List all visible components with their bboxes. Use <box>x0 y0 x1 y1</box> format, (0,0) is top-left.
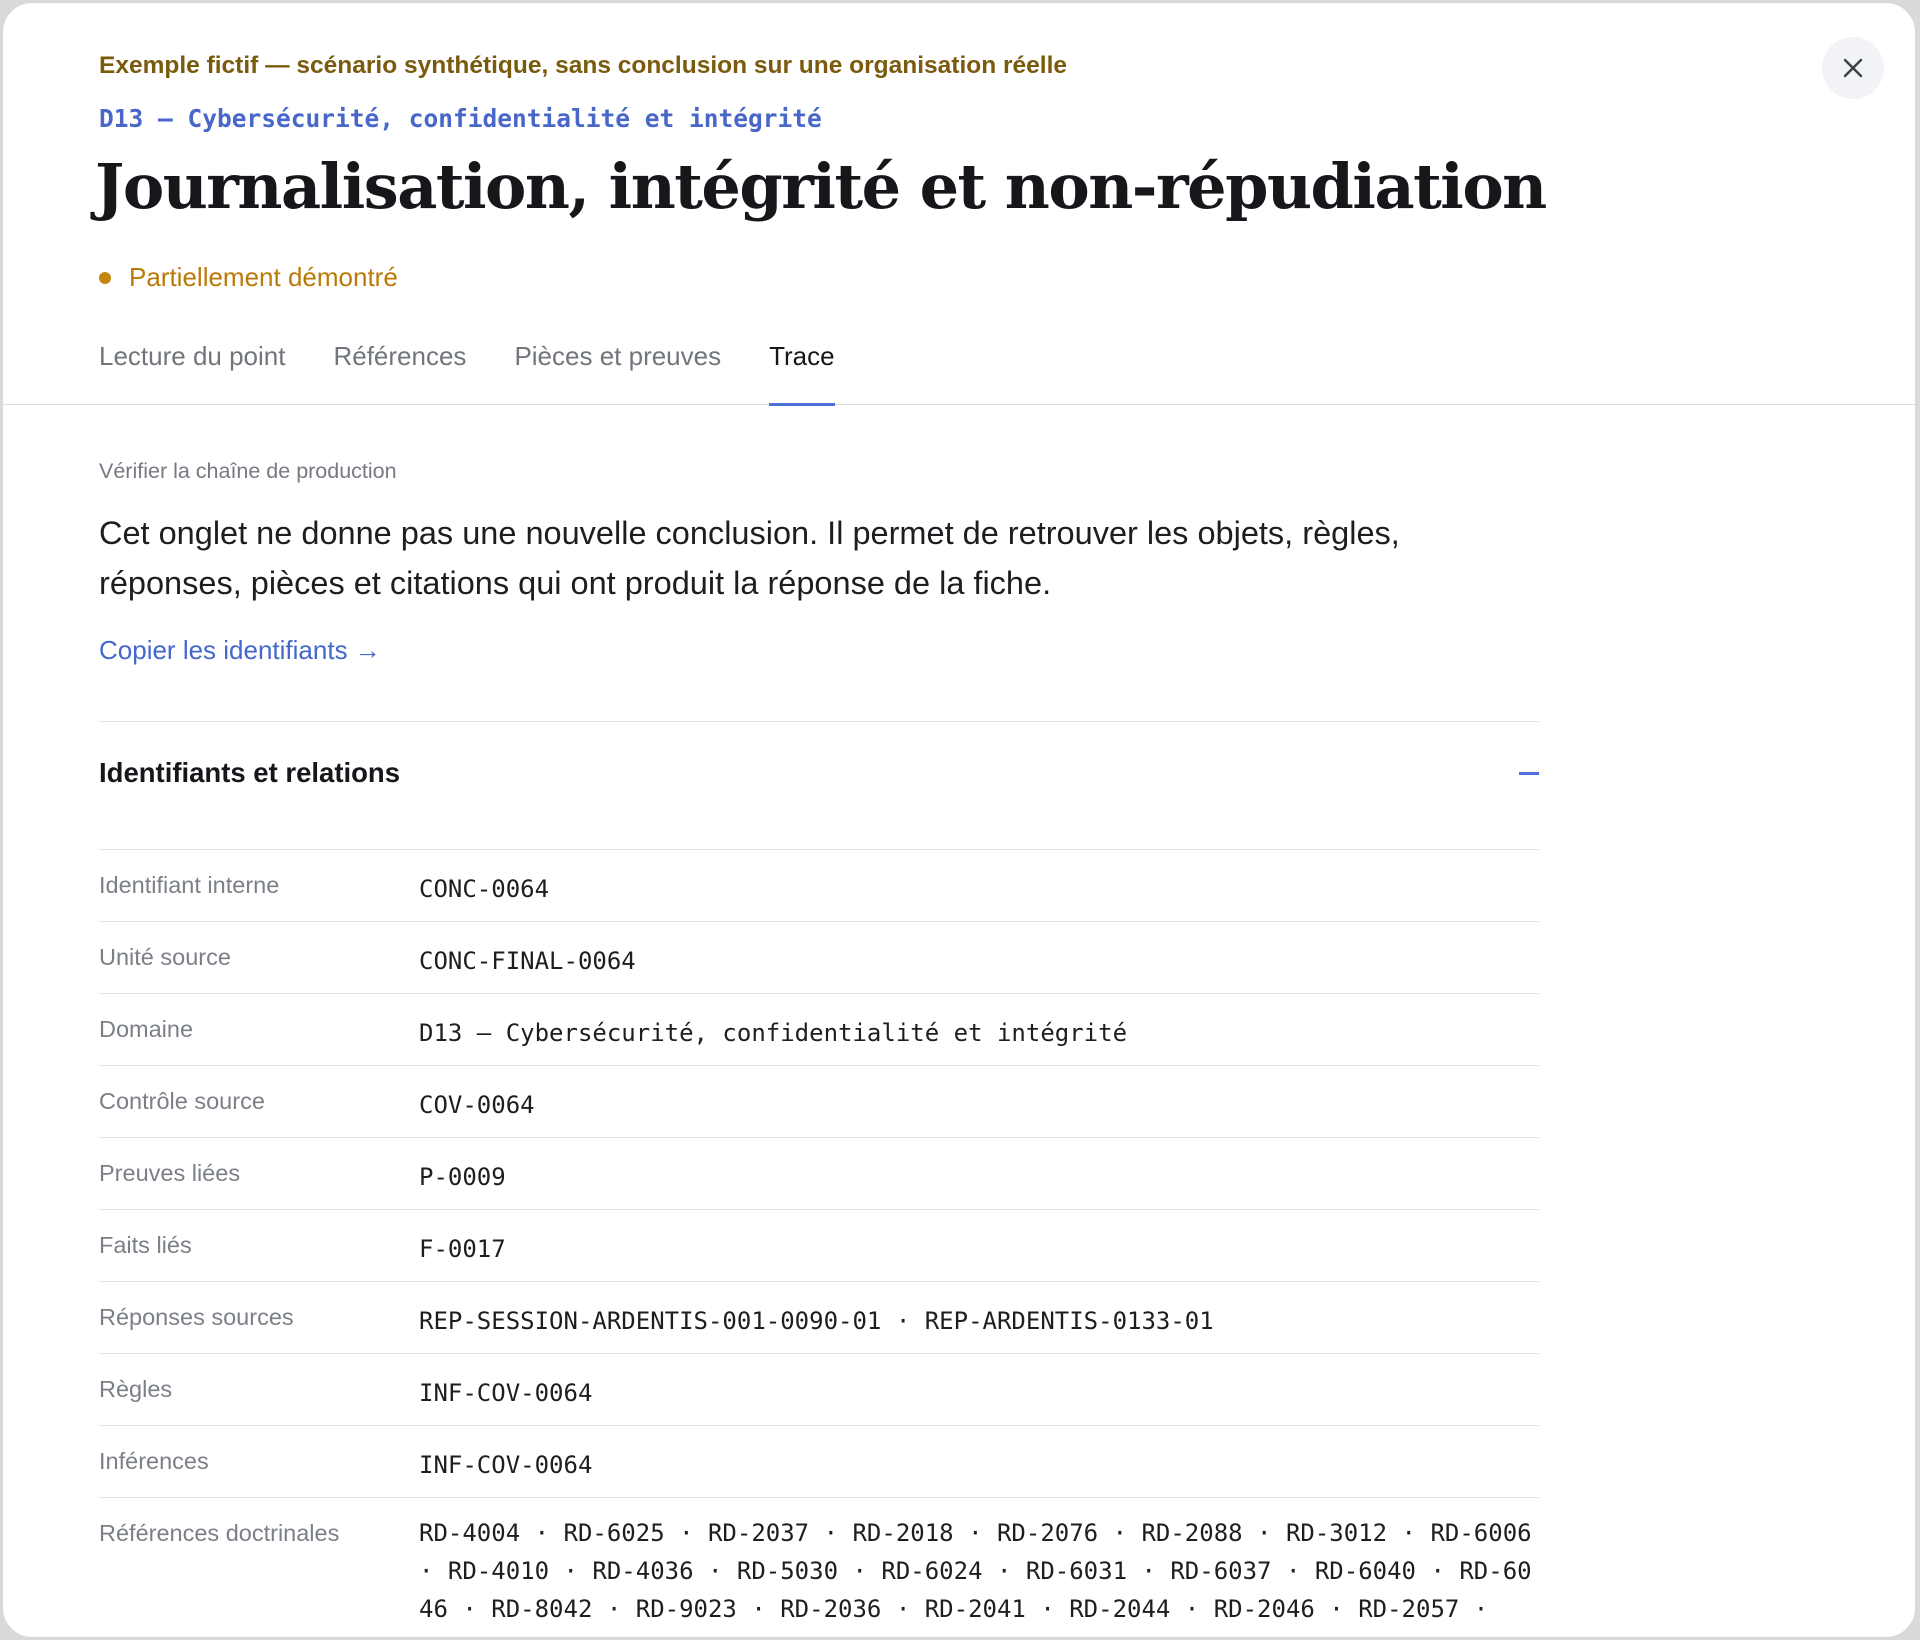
accordion-identifiers-header[interactable]: Identifiants et relations <box>99 721 1539 824</box>
tab-lecture-du-point[interactable]: Lecture du point <box>99 341 285 405</box>
row-label: Unité source <box>99 944 231 970</box>
table-row: Unité source CONC-FINAL-0064 <box>99 922 1539 994</box>
tab-references[interactable]: Références <box>333 341 466 405</box>
row-label: Preuves liées <box>99 1160 241 1186</box>
tab-trace[interactable]: Trace <box>769 341 835 406</box>
row-value: P-0009 <box>419 1163 506 1191</box>
table-row: Identifiant interne CONC-0064 <box>99 850 1539 922</box>
table-row: Références doctrinales RD-4004 · RD-6025… <box>99 1498 1539 1637</box>
row-value: F-0017 <box>419 1235 506 1263</box>
row-value: CONC-FINAL-0064 <box>419 947 636 975</box>
close-button[interactable] <box>1822 37 1884 99</box>
close-icon <box>1843 58 1863 78</box>
table-row: Inférences INF-COV-0064 <box>99 1426 1539 1498</box>
row-value: INF-COV-0064 <box>419 1379 593 1407</box>
minus-icon[interactable] <box>1519 771 1539 775</box>
row-value: COV-0064 <box>419 1091 535 1119</box>
table-row: Domaine D13 — Cybersécurité, confidentia… <box>99 994 1539 1066</box>
row-value: RD-4004 · RD-6025 · RD-2037 · RD-2018 · … <box>419 1519 1532 1623</box>
tab-bar: Lecture du point Références Pièces et pr… <box>99 341 883 406</box>
status-dot-icon <box>99 271 111 284</box>
row-value: CONC-0064 <box>419 875 550 903</box>
row-label: Faits liés <box>99 1232 192 1258</box>
table-row: Réponses sources REP-SESSION-ARDENTIS-00… <box>99 1282 1539 1354</box>
fictional-disclaimer: Exemple fictif — scénario synthétique, s… <box>99 52 1068 79</box>
row-label: Règles <box>99 1376 173 1402</box>
row-label: Identifiant interne <box>99 872 280 898</box>
identifiers-table: Identifiant interne CONC-0064 Unité sour… <box>99 849 1539 1637</box>
row-value: INF-COV-0064 <box>419 1451 593 1479</box>
table-row: Preuves liées P-0009 <box>99 1138 1539 1210</box>
row-label: Références doctrinales <box>99 1520 340 1546</box>
row-label: Réponses sources <box>99 1304 294 1330</box>
modal-header: Exemple fictif — scénario synthétique, s… <box>3 3 1915 406</box>
domain-label: D13 — Cybersécurité, confidentialité et … <box>99 104 822 133</box>
table-row: Contrôle source COV-0064 <box>99 1066 1539 1138</box>
row-value: D13 — Cybersécurité, confidentialité et … <box>419 1019 1128 1047</box>
page-title: Journalisation, intégrité et non-répudia… <box>95 150 1547 223</box>
table-row: Règles INF-COV-0064 <box>99 1354 1539 1426</box>
row-label: Inférences <box>99 1448 209 1474</box>
status-label: Partiellement démontré <box>129 262 398 292</box>
section-eyebrow: Vérifier la chaîne de production <box>99 459 397 483</box>
trace-modal: Exemple fictif — scénario synthétique, s… <box>2 2 1916 1638</box>
table-row: Faits liés F-0017 <box>99 1210 1539 1282</box>
row-value: REP-SESSION-ARDENTIS-001-0090-01 · REP-A… <box>419 1307 1214 1335</box>
status-badge: Partiellement démontré <box>99 262 398 293</box>
row-label: Domaine <box>99 1016 194 1042</box>
row-label: Contrôle source <box>99 1088 265 1114</box>
tab-pieces-et-preuves[interactable]: Pièces et preuves <box>514 341 721 405</box>
copy-identifiers-link[interactable]: Copier les identifiants → <box>99 635 381 666</box>
accordion-title: Identifiants et relations <box>99 757 401 788</box>
intro-text: Cet onglet ne donne pas une nouvelle con… <box>99 515 1400 601</box>
